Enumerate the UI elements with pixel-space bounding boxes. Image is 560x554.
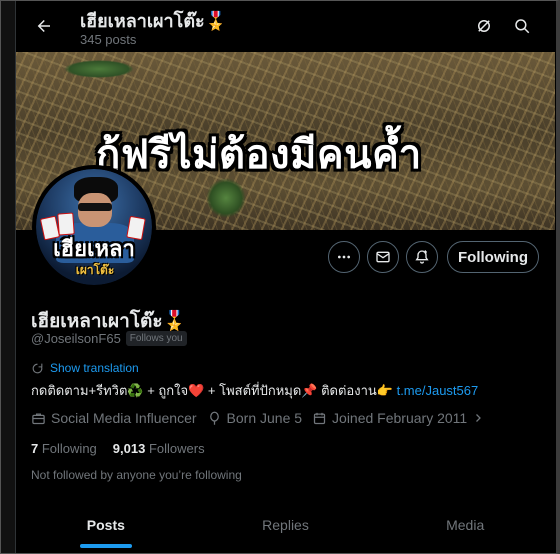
- profile-header: เฮียเหลาเผาโต๊ะ🎖️ 345 posts: [16, 0, 555, 52]
- tab-replies[interactable]: Replies: [196, 500, 376, 553]
- profile-meta: Social Media Influencer Born June 5 Join…: [31, 410, 494, 426]
- notify-button[interactable]: [406, 241, 438, 273]
- profile-tabs: Posts Replies Media: [16, 500, 555, 554]
- bio-link[interactable]: t.me/Jaust567: [397, 383, 479, 398]
- bio-text: กดติดตาม+รีทวิต♻️ + ถูกใจ❤️ + โพสต์ที่ปั…: [31, 383, 397, 398]
- header-title: เฮียเหลาเผาโต๊ะ🎖️: [80, 11, 228, 31]
- followers-count: 9,013: [112, 441, 146, 456]
- handle-row: @JoseilsonF65 Follows you: [31, 331, 187, 346]
- calendar-icon: [313, 412, 326, 424]
- category-label: Social Media Influencer: [51, 410, 197, 426]
- joined-item: Joined February 2011: [312, 410, 484, 426]
- more-icon: [338, 255, 350, 259]
- birthday-item: Born June 5: [207, 410, 303, 426]
- joined-label: Joined February 2011: [332, 410, 468, 426]
- search-button[interactable]: [510, 14, 534, 38]
- birthday-label: Born June 5: [226, 410, 303, 426]
- following-label: Following: [41, 441, 97, 456]
- more-button[interactable]: [328, 241, 360, 273]
- following-stat[interactable]: 7 Following: [31, 441, 97, 456]
- briefcase-icon: [32, 413, 45, 424]
- tab-posts[interactable]: Posts: [16, 500, 196, 553]
- avatar-glasses: [78, 203, 112, 211]
- active-tab-indicator: [79, 544, 132, 548]
- following-count: 7: [31, 441, 39, 456]
- tab-label: Media: [446, 517, 485, 533]
- avatar-logo-sub: เผาโต๊ะ: [75, 263, 115, 277]
- avatar-image: เฮียเหลา เผาโต๊ะ: [36, 169, 152, 285]
- translate-icon: [32, 363, 43, 373]
- banner-grass: [64, 60, 134, 78]
- arrow-left-icon: [37, 20, 50, 32]
- search-icon: [515, 19, 530, 34]
- banner-caption: กู้ฟรีไม่ต้องมีคนค้ำ: [96, 133, 422, 177]
- category-item: Social Media Influencer: [31, 410, 197, 426]
- not-followed-text: Not followed by anyone you’re following: [31, 468, 242, 482]
- profile-bio: กดติดตาม+รีทวิต♻️ + ถูกใจ❤️ + โพสต์ที่ปั…: [31, 380, 478, 401]
- following-button[interactable]: Following: [447, 241, 539, 273]
- grok-icon: [478, 20, 490, 32]
- avatar-card: [57, 212, 75, 236]
- avatar[interactable]: เฮียเหลา เผาโต๊ะ: [32, 165, 156, 289]
- show-translation-label: Show translation: [50, 361, 139, 375]
- grok-button[interactable]: [472, 14, 496, 38]
- message-icon: [376, 251, 390, 263]
- back-button[interactable]: [30, 12, 58, 40]
- tab-label: Posts: [86, 517, 125, 533]
- avatar-logo-text: เฮียเหลา: [53, 236, 135, 261]
- notification-bell-icon: [415, 250, 429, 264]
- show-translation-link[interactable]: Show translation: [31, 361, 139, 375]
- tab-label: Replies: [262, 517, 309, 533]
- followers-label: Followers: [148, 441, 205, 456]
- follows-you-badge: Follows you: [125, 331, 187, 346]
- chevron-right-icon[interactable]: [472, 412, 484, 424]
- left-edge: [0, 0, 16, 554]
- follow-stats: 7 Following 9,013 Followers: [31, 441, 221, 456]
- post-count: 345 posts: [80, 32, 137, 47]
- message-button[interactable]: [367, 241, 399, 273]
- tab-media[interactable]: Media: [375, 500, 555, 553]
- followers-stat[interactable]: 9,013 Followers: [113, 441, 205, 456]
- profile-handle: @JoseilsonF65: [31, 331, 121, 346]
- balloon-icon: [209, 411, 219, 425]
